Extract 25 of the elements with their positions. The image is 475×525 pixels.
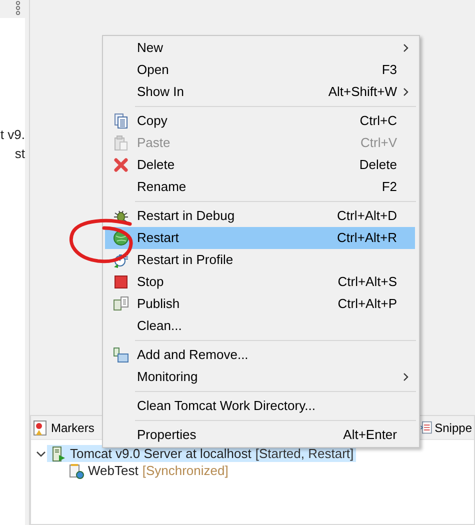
menu-item[interactable]: Clean... xyxy=(105,315,415,337)
view-tab[interactable]: Markers xyxy=(31,416,96,438)
menu-item[interactable]: Open F3 xyxy=(105,59,415,81)
menu-item[interactable]: Restart in Profile xyxy=(105,249,415,271)
tree-item-status: [Started, Restart] xyxy=(255,444,354,463)
menu-item[interactable]: Restart Ctrl+Alt+R xyxy=(105,227,415,249)
menu-item[interactable]: New xyxy=(105,37,415,59)
menu-item[interactable]: Rename F2 xyxy=(105,176,415,198)
menu-item[interactable]: Delete Delete xyxy=(105,154,415,176)
menu-item[interactable]: Monitoring xyxy=(105,366,415,388)
menu-item[interactable]: Add and Remove... xyxy=(105,344,415,366)
view-tab[interactable]: Snippe xyxy=(418,416,474,438)
menu-item[interactable]: Copy Ctrl+C xyxy=(105,110,415,132)
menu-item[interactable]: Properties Alt+Enter xyxy=(105,424,415,446)
menu-item[interactable]: Restart in Debug Ctrl+Alt+D xyxy=(105,205,415,227)
tree-item-status: [Synchronized] xyxy=(142,462,228,480)
menu-item[interactable]: Stop Ctrl+Alt+S xyxy=(105,271,415,293)
menu-item[interactable]: Publish Ctrl+Alt+P xyxy=(105,293,415,315)
tree-item[interactable]: WebTest [Synchronized] xyxy=(65,462,230,479)
menu-item[interactable]: Clean Tomcat Work Directory... xyxy=(105,395,415,417)
menu-item[interactable]: Show In Alt+Shift+W xyxy=(105,81,415,103)
tree-item-label: Tomcat v9.0 Server at localhost xyxy=(70,444,252,463)
panel-text: t v9. xyxy=(0,126,25,144)
tree-item-label: WebTest xyxy=(88,462,138,480)
panel-text: st xyxy=(14,145,25,163)
